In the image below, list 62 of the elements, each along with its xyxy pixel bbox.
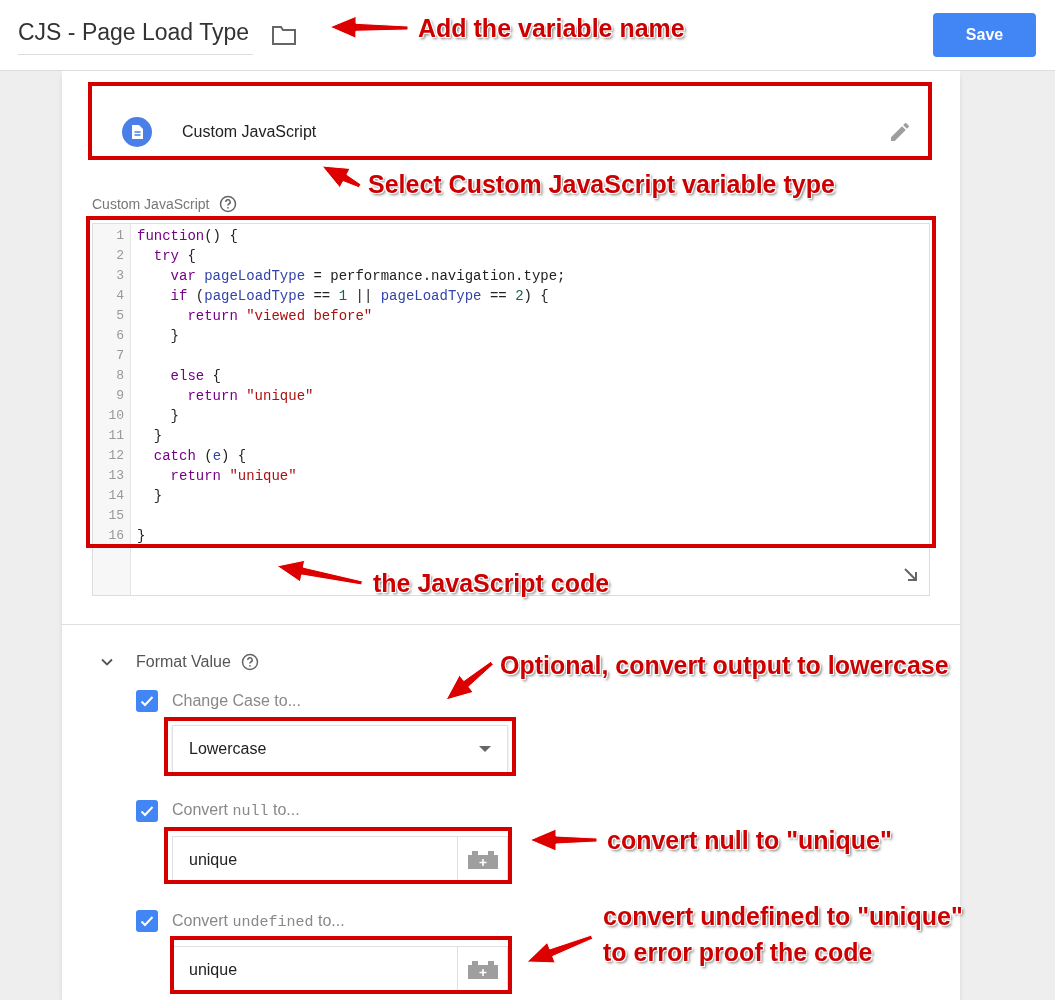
code-line: } — [137, 528, 146, 544]
document-icon — [122, 117, 152, 147]
code-line: function() { — [137, 228, 238, 244]
field-label: Custom JavaScript — [92, 194, 210, 214]
line-number: 7 — [115, 347, 125, 365]
line-number: 8 — [115, 367, 125, 385]
save-button[interactable]: Save — [933, 13, 1036, 57]
line-number: 10 — [107, 407, 125, 425]
checkbox[interactable] — [136, 799, 158, 822]
section-title[interactable]: Format Value — [136, 650, 231, 674]
annotation-arrow — [321, 165, 362, 189]
annotation-arrow — [529, 828, 598, 852]
line-number: 1 — [115, 227, 125, 245]
line-number: 6 — [115, 327, 125, 345]
annotation-text: Optional, convert output to lowercase — [500, 650, 949, 681]
line-number: 4 — [115, 287, 125, 305]
code-line: if (pageLoadType == 1 || pageLoadType == 2) { — [169, 288, 549, 304]
checkbox[interactable] — [136, 690, 158, 712]
help-icon[interactable] — [240, 653, 259, 671]
code-line: return "unique" — [169, 468, 297, 484]
variable-name-field[interactable]: CJS - Page Load Type — [18, 15, 253, 55]
code-line: } — [152, 428, 163, 444]
code-line: else { — [169, 368, 222, 384]
code-line: try { — [152, 248, 196, 264]
edit-icon[interactable] — [888, 120, 912, 144]
resize-handle-icon[interactable] — [903, 567, 919, 583]
line-number: 15 — [107, 507, 125, 525]
line-number: 13 — [107, 467, 125, 485]
annotation-text: the JavaScript code — [373, 568, 610, 599]
line-number: 2 — [115, 247, 125, 265]
line-number: 16 — [107, 527, 125, 545]
code-line: var pageLoadType = performance.navigation.type; — [169, 268, 566, 284]
code-line: } — [152, 488, 163, 504]
option-label: Convert undefined to... — [172, 910, 345, 933]
annotation-arrow — [445, 660, 494, 701]
code-line: } — [169, 328, 179, 344]
annotation-text: Add the variable name — [418, 13, 685, 44]
option-label: Change Case to... — [172, 691, 301, 711]
variable-type-name: Custom JavaScript — [182, 122, 317, 142]
code-line: return "unique" — [186, 388, 314, 404]
code-line: return "viewed before" — [186, 308, 373, 324]
code-line: } — [169, 408, 179, 424]
code-line: catch (e) { — [152, 448, 247, 464]
variable-picker-icon[interactable] — [467, 850, 498, 869]
code-editor[interactable] — [92, 223, 930, 596]
annotation-text: convert undefined to "unique" to error proof the code — [603, 901, 963, 968]
line-number: 14 — [107, 487, 125, 505]
dropdown-caret-icon — [479, 746, 491, 752]
line-number: 11 — [107, 427, 125, 445]
variable-picker-icon[interactable] — [467, 961, 498, 979]
folder-icon[interactable] — [271, 24, 297, 46]
option-label: Convert null to... — [172, 800, 300, 822]
annotation-text: convert null to "unique" — [607, 825, 892, 856]
line-number: 9 — [115, 387, 125, 405]
checkbox[interactable] — [136, 910, 158, 933]
annotation-arrow — [526, 934, 594, 964]
line-number: 5 — [115, 307, 125, 325]
line-number: 3 — [115, 267, 125, 285]
case-select[interactable]: Lowercase — [172, 725, 508, 773]
help-icon[interactable] — [219, 195, 238, 213]
line-number: 12 — [107, 447, 125, 465]
annotation-text: Select Custom JavaScript variable type — [368, 169, 835, 200]
